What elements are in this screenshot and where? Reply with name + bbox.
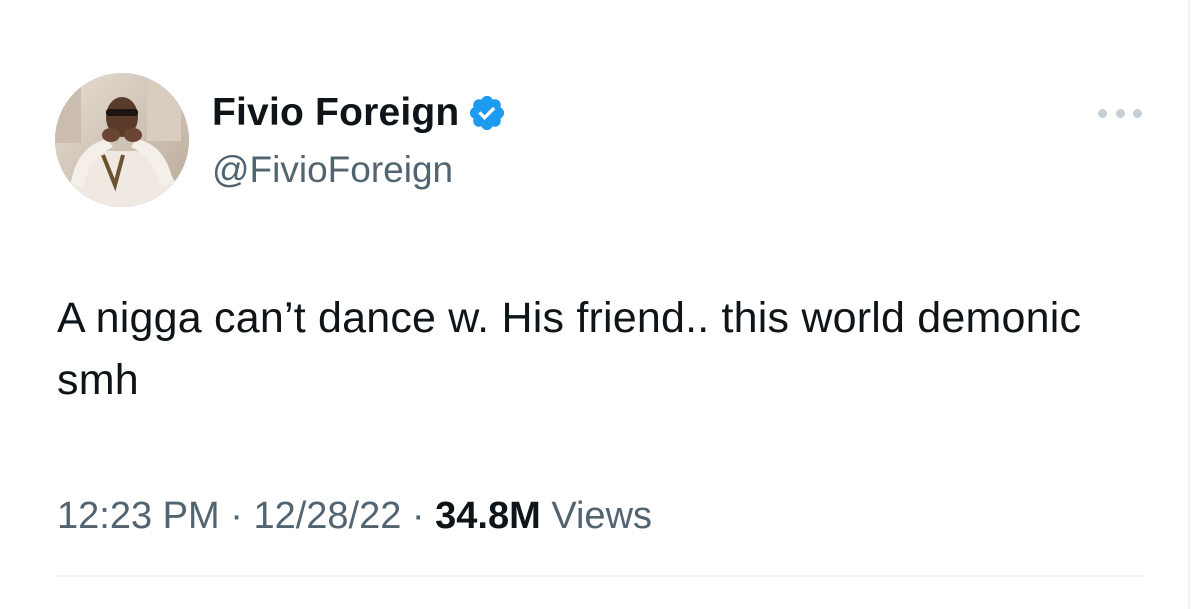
author-name-text: Fivio Foreign <box>212 91 460 134</box>
views-label: Views <box>551 495 653 537</box>
divider <box>57 575 1145 577</box>
tweet-metadata: 12:23 PM · 12/28/22 · 34.8M Views <box>57 494 652 538</box>
more-dot <box>1098 108 1107 118</box>
more-dot <box>1115 108 1125 118</box>
avatar-image <box>55 73 189 207</box>
meta-separator: · <box>411 495 425 537</box>
verified-badge-icon <box>470 95 505 131</box>
author-handle[interactable]: @FivioForeign <box>212 148 453 192</box>
avatar[interactable] <box>55 73 189 207</box>
scrollbar[interactable] <box>1188 0 1190 609</box>
meta-separator: · <box>230 495 243 537</box>
views-count[interactable]: 34.8M <box>435 495 541 537</box>
tweet-time[interactable]: 12:23 PM <box>57 495 220 537</box>
more-options-icon[interactable] <box>1098 103 1142 123</box>
more-dot <box>1133 108 1142 118</box>
tweet-text: A nigga can’t dance w. His friend.. this… <box>57 294 1082 404</box>
tweet-date[interactable]: 12/28/22 <box>253 495 401 537</box>
author-display-name[interactable]: Fivio Foreign <box>212 90 507 136</box>
tweet-card: Fivio Foreign @FivioForeign A nigga can’… <box>0 0 1200 609</box>
